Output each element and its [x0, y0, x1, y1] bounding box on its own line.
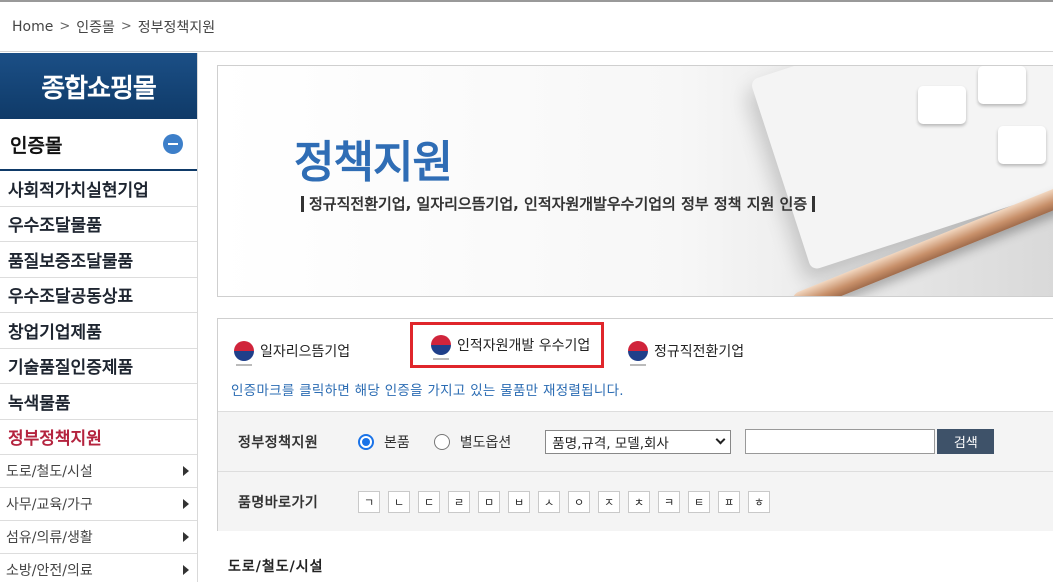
taegeuk-logo-icon: [234, 341, 254, 366]
cert-item-job-excellent[interactable]: 일자리으뜸기업: [234, 333, 350, 369]
filter-row-jump: 품명바로가기 ㄱ ㄴ ㄷ ㄹ ㅁ ㅂ ㅅ ㅇ ㅈ ㅊ ㅋ ㅌ ㅍ ㅎ: [218, 472, 1053, 532]
breadcrumb-item[interactable]: 인증몰: [76, 17, 115, 37]
jump-label: 품명바로가기: [238, 495, 319, 511]
sidebar-subitem-office[interactable]: 사무/교육/가구: [0, 488, 197, 521]
banner-title: 정책지원: [294, 137, 453, 188]
subtitle-bar: [301, 195, 304, 212]
char-jump-button[interactable]: ㅇ: [568, 491, 590, 513]
radio-main-product[interactable]: 본품: [358, 432, 410, 452]
cert-label: 정규직전환기업: [654, 344, 745, 360]
breadcrumb-current: 정부정책지원: [137, 19, 216, 36]
keyboard-key: [998, 126, 1046, 164]
banner-subtitle: 정규직전환기업, 일자리으뜸기업, 인적자원개발우수기업의 정부 정책 지원 인…: [296, 193, 820, 214]
sidebar-subitem-road[interactable]: 도로/철도/시설: [0, 455, 197, 488]
policy-banner: 정책지원 정규직전환기업, 일자리으뜸기업, 인적자원개발우수기업의 정부 정책…: [217, 65, 1053, 297]
breadcrumb: Home > 인증몰 > 정부정책지원: [0, 2, 1053, 52]
sidebar-item-green[interactable]: 녹색물품: [0, 384, 197, 420]
char-jump-button[interactable]: ㄹ: [448, 491, 470, 513]
sidebar-subitem-textile[interactable]: 섬유/의류/생활: [0, 521, 197, 554]
sidebar-item-quality-assurance[interactable]: 품질보증조달물품: [0, 242, 197, 278]
sidebar-item-social-value[interactable]: 사회적가치실현기업: [0, 171, 197, 207]
sidebar-category-label: 인증몰: [10, 134, 63, 157]
char-jump-button[interactable]: ㅊ: [628, 491, 650, 513]
triangle-right-icon: [183, 466, 189, 476]
radio-checked-icon[interactable]: [358, 433, 374, 450]
char-jump-button[interactable]: ㄷ: [418, 491, 440, 513]
sidebar-item-gov-policy[interactable]: 정부정책지원: [0, 420, 197, 455]
breadcrumb-separator: >: [59, 19, 71, 34]
char-jump-button[interactable]: ㅁ: [478, 491, 500, 513]
sidebar-subitem-label: 소방/안전/의료: [6, 563, 93, 579]
filter-panel: 일자리으뜸기업 인적자원개발 우수기업 정규직전환기업 인증마크를 클릭하면 해…: [217, 318, 1053, 531]
keyboard-key: [918, 86, 966, 124]
search-type-select[interactable]: 품명,규격, 모델,회사: [545, 429, 732, 454]
search-button[interactable]: 검색: [937, 429, 995, 454]
char-jump-button[interactable]: ㅍ: [718, 491, 740, 513]
radio-unchecked-icon[interactable]: [433, 433, 450, 450]
filter-row-search: 정부정책지원 본품 별도옵션 품명,규격, 모델,회사 검색: [218, 412, 1053, 472]
radio-label: 본품: [384, 434, 410, 451]
sidebar-subitem-safety[interactable]: 소방/안전/의료: [0, 554, 197, 582]
radio-separate-option[interactable]: 별도옵션: [433, 432, 512, 452]
char-jump-button[interactable]: ㅋ: [658, 491, 680, 513]
banner-subtitle-text: 정규직전환기업, 일자리으뜸기업, 인적자원개발우수기업의 정부 정책 지원 인…: [309, 195, 808, 213]
cert-note: 인증마크를 클릭하면 해당 인증을 가지고 있는 물품만 재정렬됩니다.: [231, 383, 624, 399]
filter-label: 정부정책지원: [238, 434, 319, 451]
triangle-right-icon: [183, 532, 189, 542]
taegeuk-logo-icon: [431, 335, 451, 360]
sidebar-title[interactable]: 종합쇼핑몰: [0, 53, 197, 119]
cert-item-hrd-excellent[interactable]: 인적자원개발 우수기업: [410, 322, 604, 368]
sidebar-item-excellent-procurement[interactable]: 우수조달물품: [0, 207, 197, 242]
char-jump-button[interactable]: ㄴ: [388, 491, 410, 513]
sidebar: 종합쇼핑몰 인증몰 사회적가치실현기업 우수조달물품 품질보증조달물품 우수조달…: [0, 53, 198, 582]
char-jump-button[interactable]: ㅈ: [598, 491, 620, 513]
triangle-right-icon: [183, 499, 189, 509]
keyboard-key: [978, 66, 1026, 104]
sidebar-item-tech-quality[interactable]: 기술품질인증제품: [0, 349, 197, 384]
char-jump-button[interactable]: ㅂ: [508, 491, 530, 513]
sidebar-subitem-label: 도로/철도/시설: [6, 464, 93, 480]
search-input[interactable]: [745, 429, 936, 454]
char-jump-list: ㄱ ㄴ ㄷ ㄹ ㅁ ㅂ ㅅ ㅇ ㅈ ㅊ ㅋ ㅌ ㅍ ㅎ: [358, 491, 778, 513]
triangle-right-icon: [183, 565, 189, 575]
subtitle-bar: [812, 195, 816, 212]
cert-item-regular-conversion[interactable]: 정규직전환기업: [628, 333, 744, 369]
sidebar-subitem-label: 사무/교육/가구: [6, 497, 93, 513]
collapse-minus-icon[interactable]: [163, 134, 183, 154]
char-jump-button[interactable]: ㄱ: [358, 491, 380, 513]
char-jump-button[interactable]: ㅎ: [748, 491, 770, 513]
cert-list: 일자리으뜸기업 인적자원개발 우수기업 정규직전환기업 인증마크를 클릭하면 해…: [218, 319, 1053, 411]
sidebar-category[interactable]: 인증몰: [0, 119, 197, 171]
sidebar-subitem-label: 섬유/의류/생활: [6, 530, 93, 546]
search-filter: 정부정책지원 본품 별도옵션 품명,규격, 모델,회사 검색 품명바로가기 ㄱ …: [218, 411, 1053, 531]
char-jump-button[interactable]: ㅌ: [688, 491, 710, 513]
cert-label: 일자리으뜸기업: [260, 344, 351, 360]
breadcrumb-separator: >: [120, 19, 132, 34]
taegeuk-logo-icon: [628, 341, 648, 366]
radio-label: 별도옵션: [459, 434, 512, 451]
sidebar-item-joint-brand[interactable]: 우수조달공동상표: [0, 278, 197, 313]
sidebar-item-startup[interactable]: 창업기업제품: [0, 313, 197, 349]
section-title: 도로/철도/시설: [228, 559, 324, 575]
select-value: 품명,규격, 모델,회사: [552, 435, 669, 452]
chevron-down-icon: [715, 434, 726, 445]
cert-label: 인적자원개발 우수기업: [457, 338, 591, 354]
char-jump-button[interactable]: ㅅ: [538, 491, 560, 513]
breadcrumb-home[interactable]: Home: [12, 19, 53, 35]
